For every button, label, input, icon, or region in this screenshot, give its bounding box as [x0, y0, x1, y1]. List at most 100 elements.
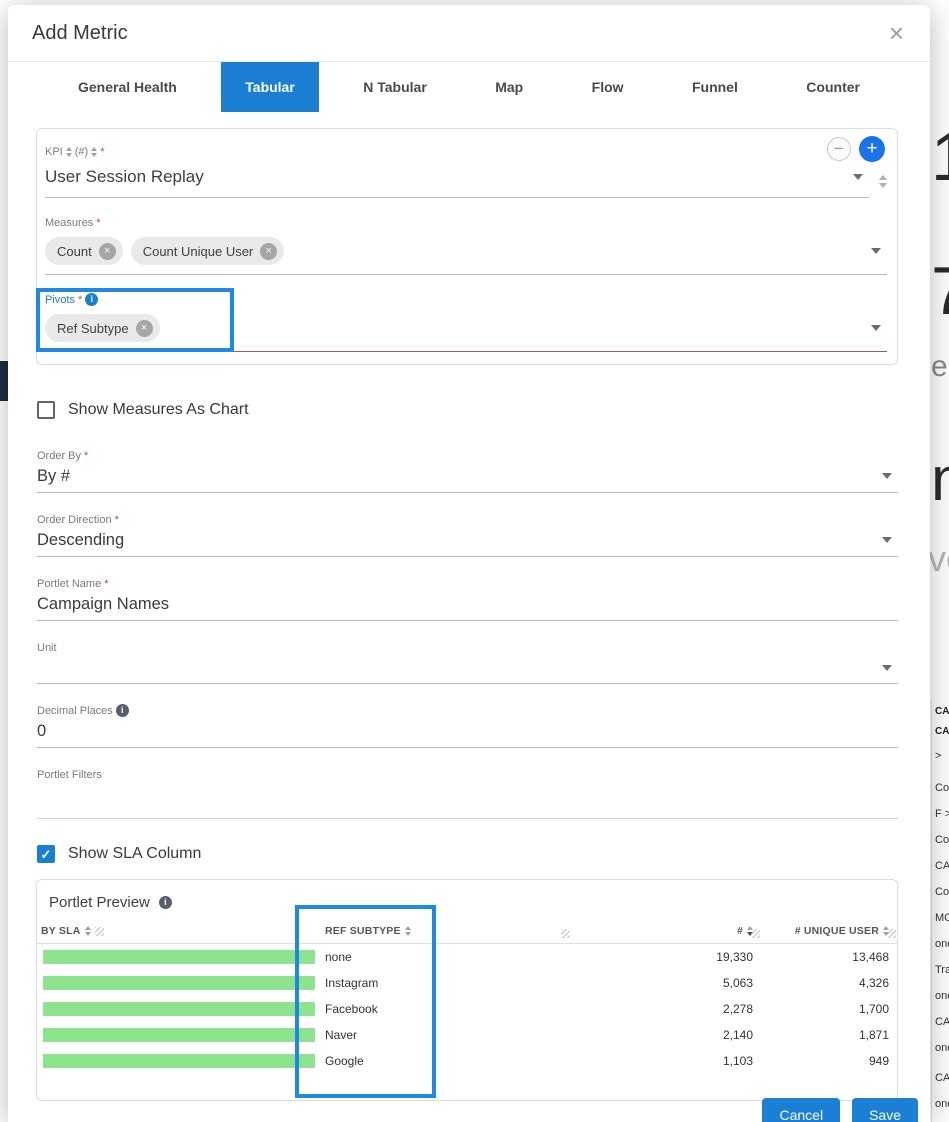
tab-tabular[interactable]: Tabular [221, 62, 319, 112]
table-row: none 19,330 13,468 [37, 944, 897, 970]
column-resize-handle[interactable] [751, 929, 760, 938]
pivots-label: Pivots * [45, 293, 887, 306]
order-by-label-text: Order By [37, 450, 81, 462]
chip-remove-icon[interactable] [136, 320, 153, 337]
close-icon[interactable]: × [889, 20, 904, 46]
add-kpi-button[interactable]: + [859, 136, 885, 162]
tab-n-tabular[interactable]: N Tabular [339, 62, 451, 112]
kpi-label-mid: (#) [75, 146, 88, 158]
info-icon[interactable] [116, 704, 129, 717]
modal-title: Add Metric [32, 22, 128, 45]
sort-icon[interactable] [85, 926, 91, 936]
order-by-select[interactable]: By # [37, 462, 898, 493]
chevron-down-icon[interactable] [871, 325, 881, 331]
remove-kpi-button[interactable]: − [827, 137, 851, 161]
portlet-name-field: Portlet Name * Campaign Names [37, 577, 898, 621]
portlet-name-input[interactable]: Campaign Names [37, 590, 898, 621]
kpi-stepper-icon[interactable] [879, 175, 887, 198]
tab-general-health[interactable]: General Health [54, 62, 201, 112]
chevron-down-icon[interactable] [871, 248, 881, 254]
reorder-icon[interactable] [66, 147, 72, 157]
unique-user-cell: 1,700 [761, 1002, 897, 1016]
order-direction-field: Order Direction * Descending [37, 513, 898, 557]
decimal-places-field: Decimal Places 0 [37, 704, 898, 748]
info-icon[interactable] [85, 293, 98, 306]
ref-subtype-cell: Google [321, 1054, 571, 1068]
chevron-down-icon[interactable] [853, 174, 863, 180]
bg-metric-fragment: 1 [931, 118, 949, 196]
chevron-down-icon[interactable] [882, 537, 892, 543]
column-header-unique-user[interactable]: # UNIQUE USER [761, 925, 897, 937]
bg-table-cell: CA [935, 706, 949, 717]
kpi-label-text: KPI [45, 146, 63, 158]
count-cell: 5,063 [571, 976, 761, 990]
chip-label: Ref Subtype [57, 321, 129, 336]
portlet-filters-input[interactable] [37, 781, 898, 819]
measures-label-text: Measures [45, 217, 93, 229]
column-label: BY SLA [41, 925, 81, 937]
preview-table-header: BY SLA REF SUBTYPE # # UNIQUE USER [37, 923, 897, 944]
chip-label: Count [57, 244, 92, 259]
required-asterisk: * [104, 578, 108, 590]
sla-bar [43, 1002, 315, 1016]
table-row: Instagram 5,063 4,326 [37, 970, 897, 996]
table-row: Facebook 2,278 1,700 [37, 996, 897, 1022]
decimal-places-input[interactable]: 0 [37, 717, 898, 748]
table-row: Google 1,103 949 [37, 1048, 897, 1074]
column-resize-handle[interactable] [887, 929, 896, 938]
portlet-name-value: Campaign Names [37, 594, 169, 614]
bg-table-cell: Conv [935, 834, 949, 846]
ref-subtype-cell: Facebook [321, 1002, 571, 1016]
chevron-down-icon[interactable] [882, 665, 892, 671]
column-label: # UNIQUE USER [795, 925, 879, 937]
chevron-down-icon[interactable] [882, 473, 892, 479]
portlet-filters-field: Portlet Filters [37, 768, 898, 819]
column-header-count[interactable]: # [571, 925, 761, 937]
column-header-ref-subtype[interactable]: REF SUBTYPE [321, 925, 571, 937]
sla-bar [43, 976, 315, 990]
tab-funnel[interactable]: Funnel [668, 62, 762, 112]
tab-flow[interactable]: Flow [568, 62, 648, 112]
column-resize-handle[interactable] [95, 927, 104, 936]
count-cell: 2,278 [571, 1002, 761, 1016]
count-cell: 2,140 [571, 1028, 761, 1042]
info-icon[interactable] [159, 896, 172, 909]
unique-user-cell: 13,468 [761, 950, 897, 964]
order-direction-label: Order Direction * [37, 513, 898, 526]
required-asterisk: * [78, 294, 82, 306]
bg-table-cell: CA_ [935, 1016, 949, 1028]
decimal-places-value: 0 [37, 721, 46, 741]
sort-icon[interactable] [405, 926, 411, 936]
measures-chip-row[interactable]: Count Count Unique User [45, 231, 887, 275]
unit-select[interactable] [37, 654, 898, 684]
cancel-button[interactable]: Cancel [762, 1098, 840, 1122]
kpi-select[interactable]: User Session Replay [45, 158, 869, 198]
ref-subtype-cell: Naver [321, 1028, 571, 1042]
column-resize-handle[interactable] [561, 929, 570, 938]
tab-map[interactable]: Map [471, 62, 547, 112]
reorder-icon[interactable] [91, 147, 97, 157]
order-direction-select[interactable]: Descending [37, 526, 898, 557]
sla-bar-cell [37, 1002, 321, 1016]
pivot-chip[interactable]: Ref Subtype [45, 314, 160, 342]
unique-user-cell: 4,326 [761, 976, 897, 990]
show-sla-column-checkbox[interactable] [37, 845, 55, 863]
column-label: REF SUBTYPE [325, 925, 401, 937]
tab-counter[interactable]: Counter [782, 62, 884, 112]
measure-chip[interactable]: Count [45, 237, 123, 265]
portlet-preview-title: Portlet Preview [49, 894, 150, 911]
portlet-filters-label: Portlet Filters [37, 768, 898, 781]
pivots-chip-row[interactable]: Ref Subtype [45, 308, 887, 352]
save-button[interactable]: Save [852, 1098, 918, 1122]
chip-remove-icon[interactable] [260, 243, 277, 260]
order-direction-label-text: Order Direction [37, 514, 112, 526]
column-header-by-sla[interactable]: BY SLA [37, 925, 321, 937]
measure-chip[interactable]: Count Unique User [131, 237, 285, 265]
pivots-field: Pivots * Ref Subtype [45, 293, 887, 352]
chip-remove-icon[interactable] [99, 243, 116, 260]
show-sla-column-row: Show SLA Column [37, 845, 898, 863]
portlet-name-label: Portlet Name * [37, 577, 898, 590]
show-measures-as-chart-checkbox[interactable] [37, 401, 55, 419]
order-by-value: By # [37, 466, 70, 486]
sla-bar-cell [37, 1054, 321, 1068]
